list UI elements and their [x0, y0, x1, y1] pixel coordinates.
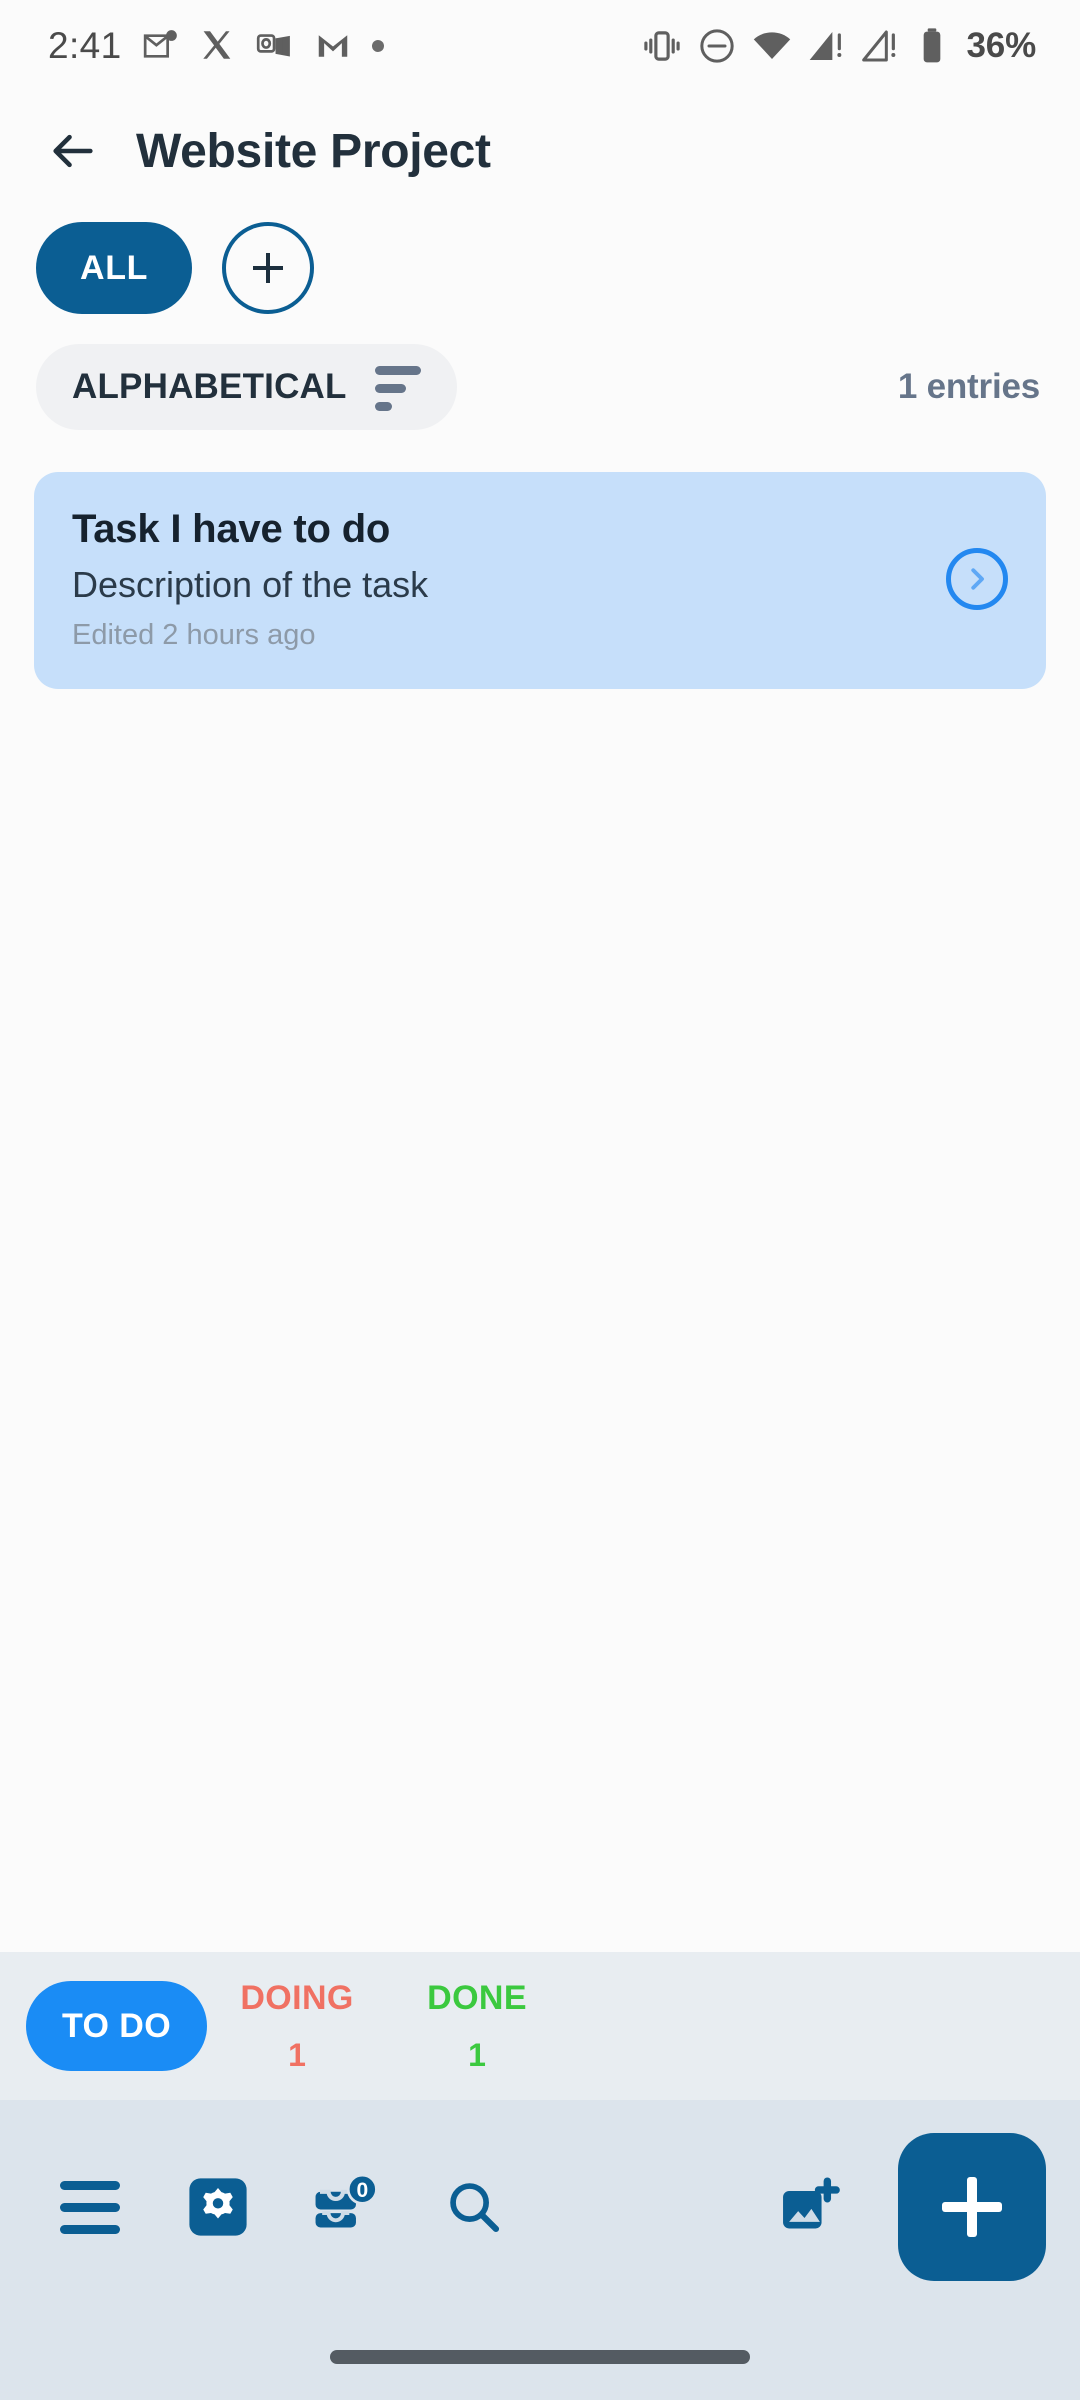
sort-descending-icon [374, 364, 421, 411]
search-icon [450, 2183, 500, 2233]
status-bar-right: 36% [641, 25, 1036, 67]
status-tabs-strip: TO DO DOING 1 DONE 1 [0, 1952, 1080, 2100]
gesture-home-bar[interactable] [330, 2350, 750, 2364]
add-task-fab[interactable] [898, 2133, 1046, 2281]
inbox-badge-count: 0 [356, 2179, 368, 2202]
vibrate-icon [643, 31, 680, 61]
status-tab-todo-label: TO DO [26, 1981, 208, 2071]
task-description: Description of the task [72, 564, 429, 605]
status-tab-todo[interactable]: TO DO [26, 1981, 208, 2071]
status-tab-done-label: DONE [427, 1979, 527, 2017]
outlook-icon [256, 34, 290, 57]
gesture-nav-area [0, 2314, 1080, 2400]
status-bar: 2:41 36% [0, 0, 1080, 92]
page-title: Website Project [136, 124, 491, 178]
chevron-right-icon [971, 568, 984, 591]
task-list-item[interactable]: Task I have to do Description of the tas… [34, 472, 1046, 689]
gmail-icon [318, 35, 347, 57]
back-button[interactable] [40, 118, 106, 184]
mail-unread-icon [143, 30, 177, 58]
task-list: Task I have to do Description of the tas… [0, 430, 1080, 1952]
status-tab-doing[interactable]: DOING 1 [207, 1981, 387, 2071]
menu-icon [60, 2180, 120, 2234]
more-notifications-dot-icon [371, 40, 384, 52]
wifi-icon [753, 32, 790, 59]
bottom-nav-right-group [772, 2133, 1046, 2281]
status-tab-doing-label: DOING [240, 1979, 354, 2017]
status-tab-done[interactable]: DONE 1 [387, 1981, 567, 2071]
signal-sim1-warning-icon [809, 32, 841, 60]
battery-icon [923, 28, 940, 63]
bottom-nav-bar: 0 [0, 2100, 1080, 2314]
status-tab-done-count: 1 [468, 2037, 486, 2073]
settings-button[interactable] [180, 2169, 256, 2245]
plus-icon [942, 2177, 1002, 2237]
x-twitter-icon [202, 31, 230, 59]
add-filter-button[interactable] [222, 222, 314, 314]
filter-chip-all[interactable]: ALL [36, 222, 192, 314]
signal-sim2-warning-icon [861, 30, 895, 62]
search-button[interactable] [436, 2169, 512, 2245]
status-bar-left: 2:41 [48, 27, 641, 66]
task-edited-timestamp: Edited 2 hours ago [72, 619, 316, 652]
status-bar-clock: 2:41 [48, 24, 122, 66]
sort-order-button[interactable]: ALPHABETICAL [36, 344, 457, 430]
gear-icon [189, 2178, 247, 2236]
plus-icon [253, 253, 283, 283]
filter-chips-row: ALL [0, 210, 1080, 314]
entries-count-label: 1 entries [897, 367, 1040, 406]
task-title: Task I have to do [72, 507, 391, 551]
app-bar: Website Project [0, 92, 1080, 210]
task-open-button[interactable] [946, 548, 1008, 611]
inbox-icon: 0 [315, 2173, 378, 2228]
menu-button[interactable] [52, 2169, 128, 2245]
sort-order-label: ALPHABETICAL [72, 367, 347, 406]
task-card-body: Task I have to do Description of the tas… [72, 506, 926, 653]
status-tab-doing-count: 1 [288, 2037, 306, 2073]
back-arrow-icon [53, 134, 93, 168]
bottom-nav-left-group: 0 [52, 2169, 772, 2245]
sort-row: ALPHABETICAL 1 entries [0, 314, 1080, 430]
do-not-disturb-icon [699, 29, 734, 63]
add-image-button[interactable] [772, 2169, 848, 2245]
inbox-button[interactable]: 0 [308, 2169, 384, 2245]
add-image-icon [783, 2177, 840, 2229]
battery-percent-label: 36% [966, 26, 1037, 65]
phone-screen: 2:41 36% Website Project ALL ALPHABETICA… [0, 0, 1080, 2400]
